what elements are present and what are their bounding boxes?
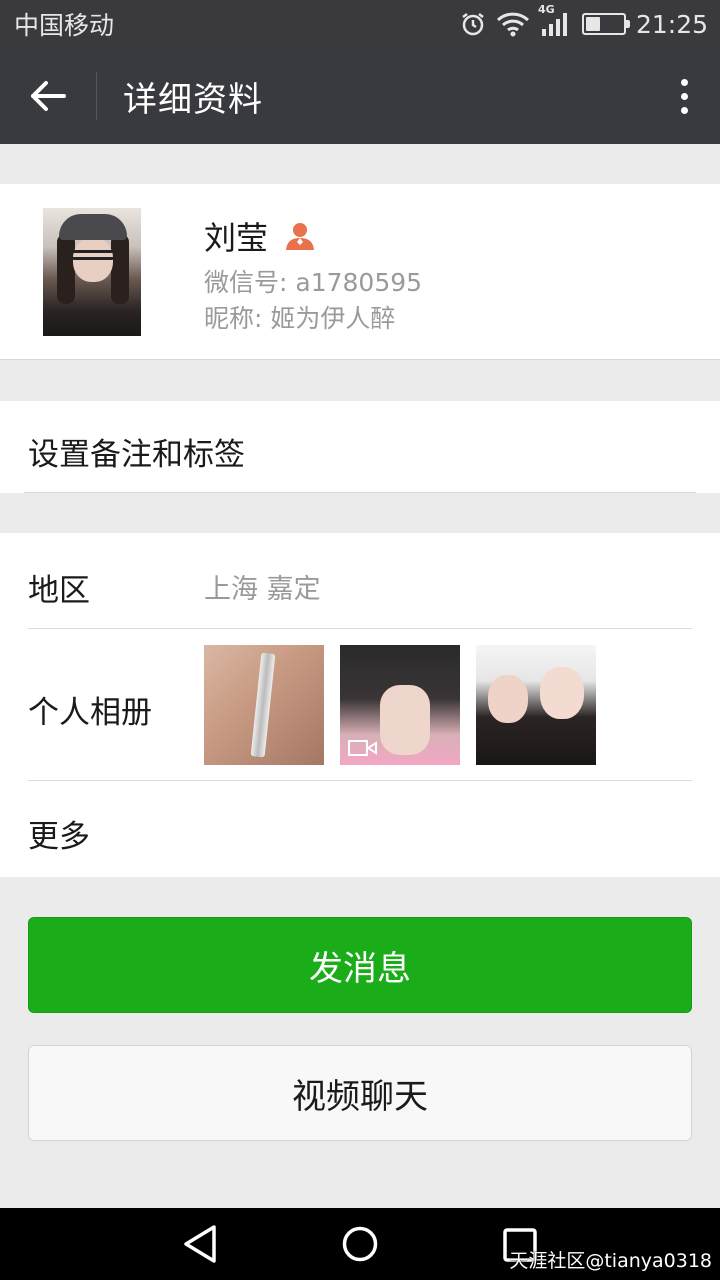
more-vertical-icon [680, 78, 688, 86]
more-dot [680, 106, 688, 114]
back-button[interactable] [0, 48, 96, 144]
avatar-hair [57, 234, 75, 304]
more-label: 更多 [28, 819, 90, 855]
pendant-shape [250, 652, 276, 758]
page-title: 详细资料 [123, 79, 263, 120]
avatar[interactable] [43, 208, 141, 336]
carrier-label: 中国移动 [14, 11, 115, 40]
app-bar: 详细资料 [0, 48, 720, 144]
face-shape [540, 667, 584, 719]
avatar-hat [59, 214, 127, 240]
status-icons: 4G 21:25 [460, 3, 708, 39]
divider [24, 492, 696, 493]
arrow-left-icon [31, 81, 66, 111]
hand-shape [380, 685, 430, 755]
region-label: 地区 [28, 573, 90, 609]
nickname: 昵称: 姬为伊人醉 [204, 304, 396, 333]
remark-tag-row[interactable]: 设置备注和标签 [0, 401, 720, 493]
face-shape [488, 675, 528, 723]
alarm-icon [460, 11, 486, 37]
region-value: 上海 嘉定 [204, 574, 321, 605]
video-icon [348, 740, 377, 756]
video-chat-button[interactable]: 视频聊天 [28, 1045, 692, 1141]
remark-tag-label: 设置备注和标签 [28, 437, 245, 473]
network-type-label: 4G [537, 3, 555, 16]
more-options-button[interactable] [648, 48, 720, 144]
battery-fill [585, 17, 601, 31]
album-thumb-video[interactable] [340, 645, 460, 765]
avatar-glasses [69, 250, 117, 260]
profile-name-row: 刘莹 [204, 213, 316, 259]
watermark: 天涯社区@tianya0318 [509, 1250, 712, 1272]
more-dot [680, 92, 688, 100]
status-bar: 中国移动 4G 21:25 [0, 0, 720, 48]
nav-back-icon[interactable] [182, 1224, 218, 1264]
album-thumb-friends[interactable] [476, 645, 596, 765]
album-thumb-pendant[interactable] [204, 645, 324, 765]
album-label: 个人相册 [28, 695, 152, 731]
avatar-hair [111, 234, 129, 304]
info-card: 地区 上海 嘉定 个人相册 更多 [0, 533, 720, 877]
battery-icon [581, 13, 630, 35]
avatar-face [73, 238, 113, 282]
app-bar-divider [96, 72, 97, 120]
more-row[interactable]: 更多 [0, 781, 720, 877]
wechat-id: 微信号: a1780595 [204, 268, 423, 297]
female-icon [284, 221, 316, 251]
send-message-button[interactable]: 发消息 [28, 917, 692, 1013]
region-row: 地区 上海 嘉定 [0, 533, 720, 628]
signal-icon: 4G [538, 3, 572, 37]
profile-name: 刘莹 [204, 219, 269, 257]
nav-home-icon[interactable] [342, 1226, 378, 1262]
clock-time: 21:25 [635, 9, 708, 39]
wifi-icon [496, 11, 530, 37]
